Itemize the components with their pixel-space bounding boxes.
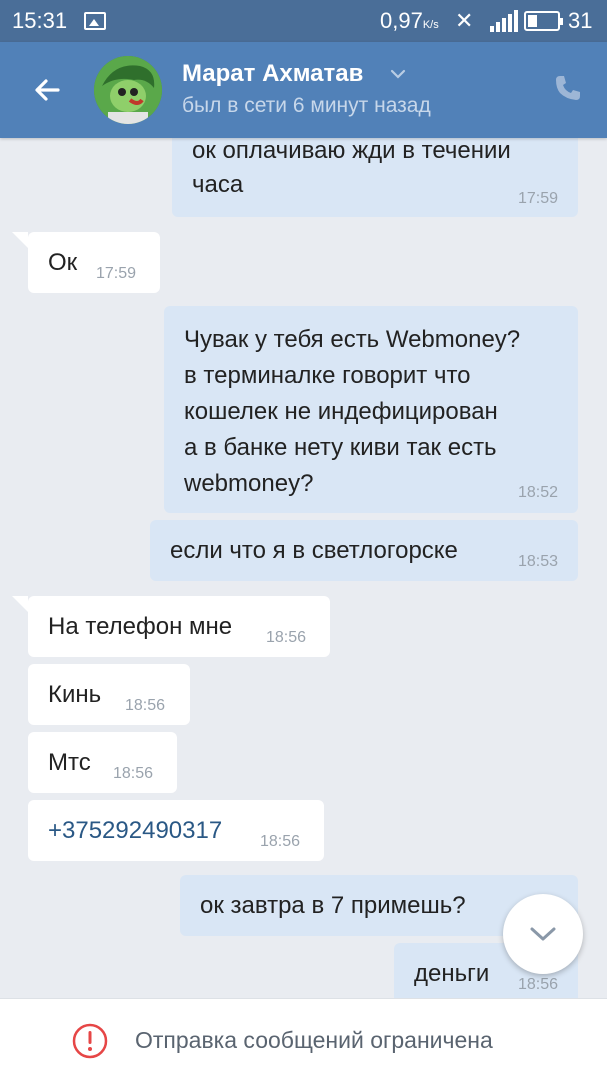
messaging-restricted-notice: Отправка сообщений ограничена [135,1027,493,1053]
mute-icon: ✕ [455,8,474,33]
status-bar: 15:31 0,97K/s ✕ 31 [0,0,607,42]
battery-level: 31 [568,8,593,33]
avatar[interactable] [94,56,162,124]
message-bubble-incoming[interactable]: +375292490317 18:56 [28,800,324,861]
message-text: Ок [48,249,78,276]
message-time: 18:56 [517,976,558,993]
message-text: деньги [414,960,490,987]
last-seen-status: был в сети 6 минут назад [182,94,431,117]
message-bubble-incoming[interactable]: Ок 17:59 [28,232,160,293]
bubble-tail [12,596,28,612]
message-bubble-incoming[interactable]: Мтс 18:56 [28,732,177,793]
chat-header: Марат Ахматав был в сети 6 минут назад [0,42,607,138]
message-time: 17:59 [96,265,137,282]
scroll-down-button[interactable] [503,894,583,974]
gallery-notification-icon [84,12,106,30]
bubble-tail [12,232,28,248]
warning-icon [72,1023,108,1059]
message-bubble-incoming[interactable]: На телефон мне 18:56 [28,596,330,657]
message-bubble-outgoing[interactable]: Чувак у тебя есть Webmoney? в терминалке… [164,306,578,513]
back-arrow-icon[interactable] [28,70,68,110]
message-text: Кинь [48,681,102,708]
message-time: 18:56 [260,833,301,850]
message-time: 18:56 [266,629,307,646]
message-bubble-outgoing[interactable]: если что я в светлогорске 18:53 [150,520,578,581]
signal-icon [486,10,518,32]
battery-icon [524,11,563,31]
phone-call-icon[interactable] [552,72,584,104]
message-time: 18:53 [517,553,558,570]
contact-name[interactable]: Марат Ахматав [182,60,363,88]
status-time: 15:31 [12,8,68,33]
message-time: 18:52 [517,484,558,501]
message-text: На телефон мне [48,613,233,640]
message-time: 17:59 [517,190,558,207]
message-text: Чувак у тебя есть Webmoney? в терминалке… [184,326,521,497]
message-text: Мтс [48,749,91,776]
composer-restricted-bar: Отправка сообщений ограничена [0,998,607,1080]
phone-number-link[interactable]: +375292490317 [48,814,222,848]
message-text: ок завтра в 7 примешь? [200,892,466,919]
message-text: если что я в светлогорске [170,537,458,564]
message-time: 18:56 [125,697,166,714]
chevron-down-icon[interactable] [388,64,408,84]
message-bubble-incoming[interactable]: Кинь 18:56 [28,664,190,725]
message-time: 18:56 [113,765,154,782]
message-text: ок оплачиваю жди в течении часа [192,137,511,198]
network-speed: 0,97K/s [380,8,439,33]
chevron-down-icon [530,927,556,941]
